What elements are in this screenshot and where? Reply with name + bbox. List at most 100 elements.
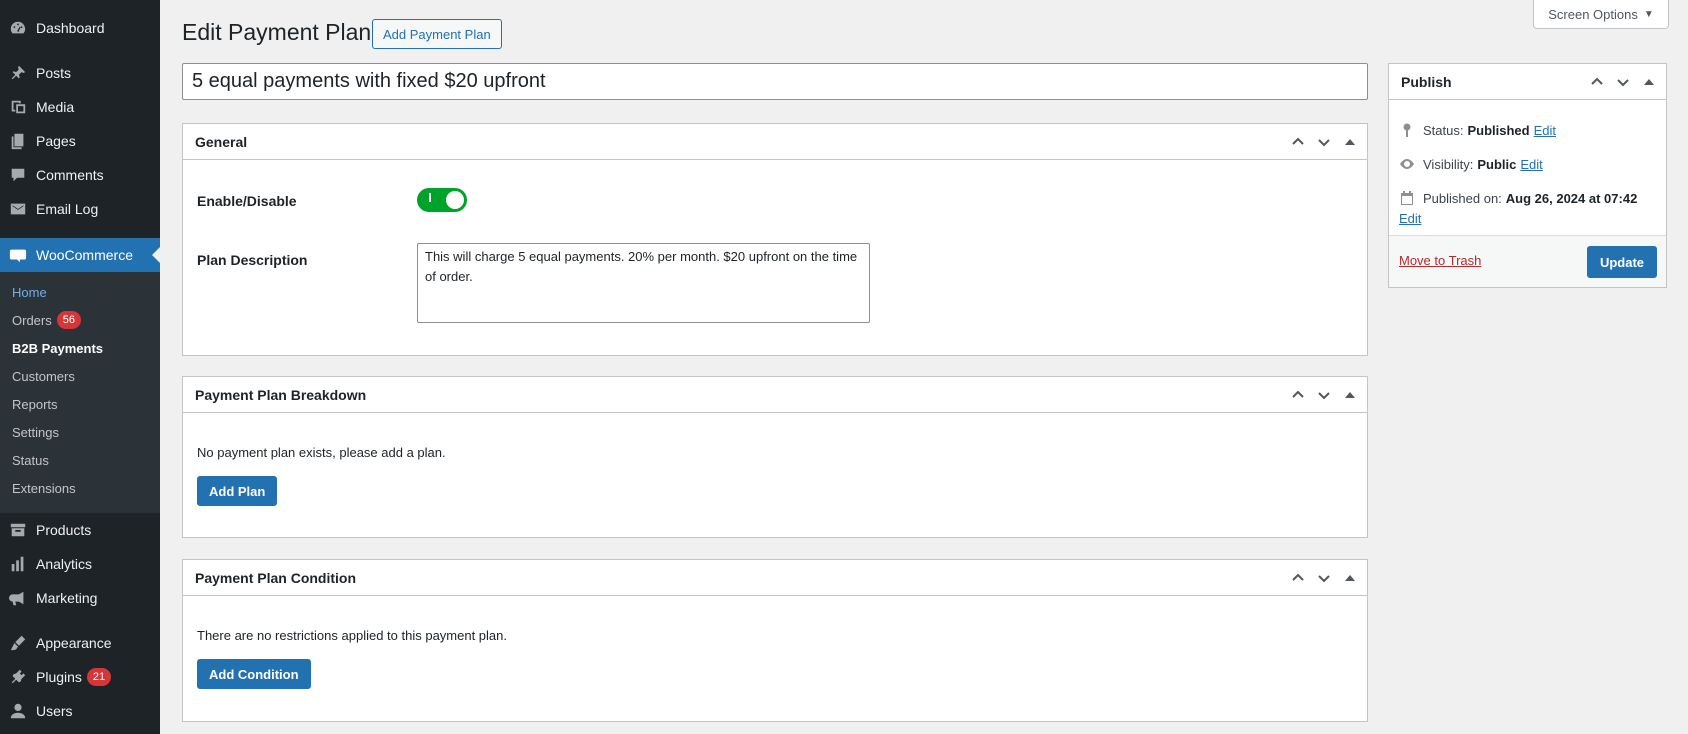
sidebar-item-posts[interactable]: Posts (0, 58, 160, 88)
collapse-toggle-icon[interactable] (1339, 384, 1361, 406)
screen-options-button[interactable]: Screen Options ▼ (1533, 0, 1669, 29)
submenu-label: Reports (12, 396, 58, 412)
sidebar-item-label: Comments (36, 167, 104, 183)
move-down-icon[interactable] (1612, 71, 1634, 93)
plan-description-textarea[interactable]: This will charge 5 equal payments. 20% p… (417, 243, 870, 323)
postbox-title: Payment Plan Condition (195, 569, 357, 586)
status-value: Published (1467, 122, 1530, 138)
megaphone-icon (8, 588, 28, 608)
submenu-label: Settings (12, 424, 59, 440)
screen-options-label: Screen Options (1548, 6, 1638, 22)
published-on-value: Aug 26, 2024 at 07:42 (1505, 190, 1638, 206)
sidebar-item-label: Appearance (36, 635, 112, 651)
published-on-label: Published on: (1423, 190, 1502, 206)
sidebar-item-users[interactable]: Users (0, 696, 160, 726)
postbox-header: General (183, 124, 1367, 160)
sidebar-item-label: Email Log (36, 201, 99, 217)
sidebar-item-label: Plugins (36, 669, 82, 685)
sidebar-item-label: Marketing (36, 590, 98, 606)
submenu-item-status[interactable]: Status (12, 449, 49, 471)
sidebar-item-label: Media (36, 99, 75, 115)
toggle-knob (446, 191, 464, 209)
plan-description-label: Plan Description (197, 252, 308, 268)
move-to-trash-link[interactable]: Move to Trash (1399, 253, 1481, 268)
submenu-item-orders[interactable]: Orders 56 (12, 309, 81, 331)
publish-date-row: Published on: Aug 26, 2024 at 07:42 (1399, 190, 1637, 206)
submenu-item-extensions[interactable]: Extensions (12, 477, 76, 499)
move-down-icon[interactable] (1313, 131, 1335, 153)
collapse-toggle-icon[interactable] (1339, 567, 1361, 589)
postbox-header: Publish (1389, 64, 1666, 100)
update-button[interactable]: Update (1586, 246, 1657, 278)
submenu-label: Orders (12, 312, 52, 328)
sidebar-item-label: Dashboard (36, 20, 105, 36)
move-up-icon[interactable] (1287, 567, 1309, 589)
edit-date-link[interactable]: Edit (1399, 211, 1421, 226)
caret-down-icon: ▼ (1643, 8, 1654, 20)
sidebar-item-media[interactable]: Media (0, 92, 160, 122)
submenu-item-settings[interactable]: Settings (12, 421, 59, 443)
general-postbox: General Enable/Disable Plan Description … (182, 123, 1368, 356)
sidebar-item-dashboard[interactable]: Dashboard (0, 13, 160, 43)
sidebar-item-label: WooCommerce (36, 247, 133, 263)
sidebar-item-woocommerce[interactable]: WooCommerce (0, 238, 160, 272)
add-condition-button[interactable]: Add Condition (197, 659, 311, 689)
postbox-title: Publish (1401, 73, 1452, 90)
move-up-icon[interactable] (1586, 71, 1608, 93)
postbox-title: General (195, 133, 248, 150)
move-down-icon[interactable] (1313, 384, 1335, 406)
orders-count-badge: 56 (56, 311, 81, 329)
collapse-toggle-icon[interactable] (1339, 131, 1361, 153)
payment-plan-breakdown-postbox: Payment Plan Breakdown No payment plan e… (182, 376, 1368, 538)
submenu-label: Home (12, 284, 47, 300)
no-plan-message: No payment plan exists, please add a pla… (197, 445, 446, 460)
woo-icon (8, 245, 28, 265)
submenu-item-b2b-payments[interactable]: B2B Payments (12, 337, 103, 359)
email-icon (8, 199, 28, 219)
chart-bar-icon (8, 554, 28, 574)
pin-icon (8, 63, 28, 83)
submenu-item-customers[interactable]: Customers (12, 365, 75, 387)
publish-visibility-row: Visibility: Public Edit (1399, 156, 1543, 172)
edit-status-link[interactable]: Edit (1534, 123, 1556, 138)
page-title: Edit Payment Plan (182, 19, 372, 45)
sidebar-item-email-log[interactable]: Email Log (0, 194, 160, 224)
sidebar-item-marketing[interactable]: Marketing (0, 583, 160, 613)
sidebar-item-label: Products (36, 522, 92, 538)
submenu-item-home[interactable]: Home (12, 281, 47, 303)
comment-icon (8, 165, 28, 185)
sidebar-item-products[interactable]: Products (0, 515, 160, 545)
calendar-icon (1401, 191, 1413, 205)
dashboard-icon (8, 18, 28, 38)
add-payment-plan-button[interactable]: Add Payment Plan (372, 19, 502, 49)
enable-disable-label: Enable/Disable (197, 193, 297, 209)
submenu-label: Extensions (12, 480, 76, 496)
enable-toggle[interactable] (417, 188, 467, 212)
active-menu-arrow (152, 247, 160, 263)
plugin-icon (8, 667, 28, 687)
plugins-count-badge: 21 (86, 668, 112, 686)
postbox-title: Payment Plan Breakdown (195, 386, 367, 403)
sidebar-item-appearance[interactable]: Appearance (0, 628, 160, 658)
pages-icon (8, 131, 28, 151)
add-plan-button[interactable]: Add Plan (197, 476, 278, 506)
admin-sidebar: Dashboard Posts Media Pages Comments Ema… (0, 0, 160, 734)
edit-visibility-link[interactable]: Edit (1520, 157, 1542, 172)
user-icon (8, 701, 28, 721)
post-title-input[interactable] (182, 63, 1368, 100)
sidebar-item-comments[interactable]: Comments (0, 160, 160, 190)
submenu-item-reports[interactable]: Reports (12, 393, 58, 415)
move-up-icon[interactable] (1287, 384, 1309, 406)
sidebar-item-pages[interactable]: Pages (0, 126, 160, 156)
sidebar-item-analytics[interactable]: Analytics (0, 549, 160, 579)
move-down-icon[interactable] (1313, 567, 1335, 589)
sidebar-item-label: Pages (36, 133, 76, 149)
toggle-on-mark (429, 193, 431, 202)
publish-status-row: Status: Published Edit (1399, 122, 1556, 138)
collapse-toggle-icon[interactable] (1638, 71, 1660, 93)
sidebar-item-plugins[interactable]: Plugins 21 (0, 662, 160, 692)
postbox-header: Payment Plan Breakdown (183, 377, 1367, 413)
sidebar-item-label: Analytics (36, 556, 93, 572)
no-restrictions-message: There are no restrictions applied to thi… (197, 628, 508, 643)
move-up-icon[interactable] (1287, 131, 1309, 153)
